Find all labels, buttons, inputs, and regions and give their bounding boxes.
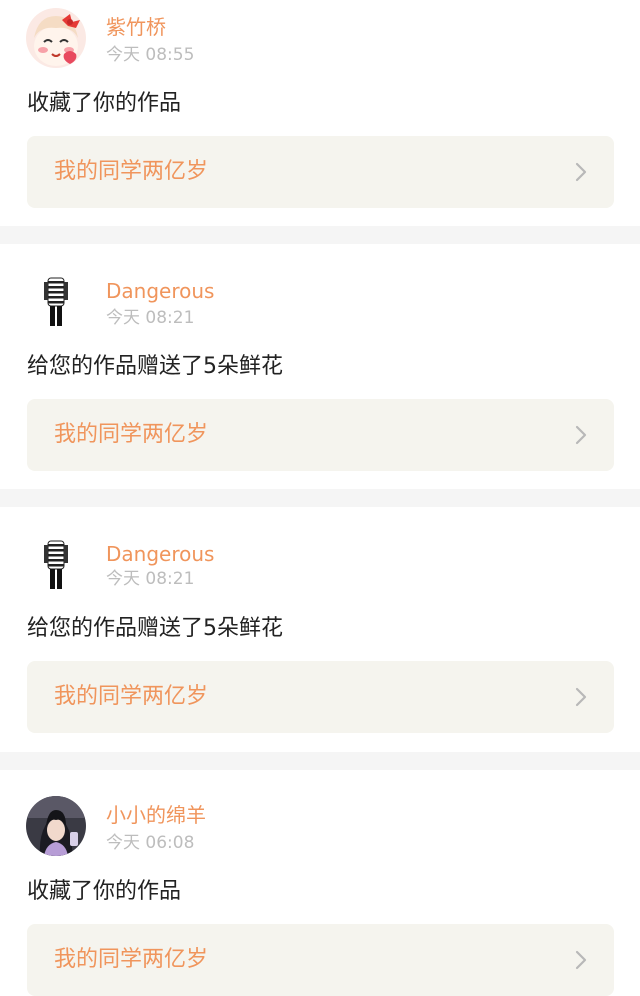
striped-outfit-avatar-icon[interactable] <box>26 533 86 593</box>
chevron-right-icon <box>575 950 587 970</box>
notification-message: 给您的作品赠送了5朵鲜花 <box>27 616 283 641</box>
timestamp: 今天 06:08 <box>106 833 195 853</box>
notification-message: 收藏了你的作品 <box>27 91 182 116</box>
work-title: 我的同学两亿岁 <box>54 159 209 184</box>
work-title: 我的同学两亿岁 <box>54 422 209 447</box>
user-name[interactable]: 小小的绵羊 <box>106 803 206 827</box>
timestamp: 今天 08:21 <box>106 308 195 328</box>
striped-outfit-avatar-icon[interactable] <box>26 270 86 330</box>
work-title: 我的同学两亿岁 <box>54 947 209 972</box>
user-name[interactable]: 紫竹桥 <box>106 15 166 39</box>
notification-feed: 紫竹桥 今天 08:55 收藏了你的作品 我的同学两亿岁 Dangerous 今… <box>0 0 640 996</box>
notification-card: Dangerous 今天 08:21 给您的作品赠送了5朵鲜花 我的同学两亿岁 <box>0 507 640 752</box>
chevron-right-icon <box>575 162 587 182</box>
work-title: 我的同学两亿岁 <box>54 684 209 709</box>
photo-portrait-avatar-icon[interactable] <box>26 796 86 856</box>
timestamp: 今天 08:21 <box>106 569 195 589</box>
chevron-right-icon <box>575 425 587 445</box>
user-name[interactable]: Dangerous <box>106 542 214 566</box>
notification-message: 收藏了你的作品 <box>27 879 182 904</box>
notification-card: Dangerous 今天 08:21 给您的作品赠送了5朵鲜花 我的同学两亿岁 <box>0 244 640 489</box>
timestamp: 今天 08:55 <box>106 45 195 65</box>
notification-card: 紫竹桥 今天 08:55 收藏了你的作品 我的同学两亿岁 <box>0 0 640 226</box>
work-link[interactable]: 我的同学两亿岁 <box>27 661 614 733</box>
user-name[interactable]: Dangerous <box>106 279 214 303</box>
cartoon-girl-avatar-icon[interactable] <box>26 8 86 68</box>
chevron-right-icon <box>575 687 587 707</box>
work-link[interactable]: 我的同学两亿岁 <box>27 399 614 471</box>
work-link[interactable]: 我的同学两亿岁 <box>27 924 614 996</box>
work-link[interactable]: 我的同学两亿岁 <box>27 136 614 208</box>
notification-card: 小小的绵羊 今天 06:08 收藏了你的作品 我的同学两亿岁 <box>0 770 640 996</box>
notification-message: 给您的作品赠送了5朵鲜花 <box>27 354 283 379</box>
